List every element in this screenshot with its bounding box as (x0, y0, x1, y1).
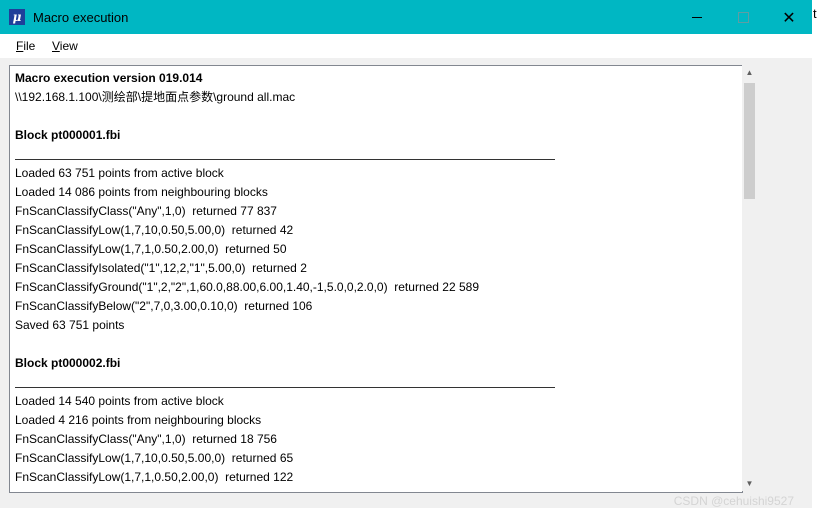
log-line: FnScanClassifyIsolated("1",12,2,"1",5.00… (15, 261, 307, 275)
log-line: FnScanClassifyClass("Any",1,0) returned … (15, 432, 277, 446)
log-lines: Macro execution version 019.014 \\192.16… (15, 69, 735, 487)
maximize-button[interactable] (720, 0, 766, 34)
block-title: Block pt000002.fbi (15, 356, 121, 370)
log-line: FnScanClassifyLow(1,7,10,0.50,5.00,0) re… (15, 451, 294, 465)
menu-bar: File View (0, 34, 812, 59)
menu-view[interactable]: View (52, 39, 78, 53)
close-icon: ✕ (782, 7, 796, 27)
minimize-button[interactable] (674, 0, 720, 34)
block-title: Block pt000001.fbi (15, 128, 121, 142)
log-output-pane[interactable]: Macro execution version 019.014 \\192.16… (9, 65, 743, 493)
log-line: FnScanClassifyBelow("2",7,0,3.00,0.10,0)… (15, 299, 313, 313)
log-line: Loaded 4 216 points from neighbouring bl… (15, 413, 262, 427)
log-line: FnScanClassifyClass("Any",1,0) returned … (15, 204, 277, 218)
watermark: CSDN @cehuishi9527 (673, 494, 794, 508)
log-line: FnScanClassifyLow(1,7,1,0.50,2.00,0) ret… (15, 470, 294, 484)
log-line: Saved 63 751 points (15, 318, 125, 332)
app-icon: μ (9, 9, 25, 25)
block-separator (15, 373, 735, 392)
log-line: FnScanClassifyGround("1",2,"2",1,60.0,88… (15, 280, 479, 294)
client-area: Macro execution version 019.014 \\192.16… (0, 58, 812, 508)
log-macro-path: \\192.168.1.100\测绘部\提地面点参数\ground all.ma… (15, 90, 296, 104)
log-line: Loaded 63 751 points from active block (15, 166, 224, 180)
log-line: FnScanClassifyLow(1,7,10,0.50,5.00,0) re… (15, 223, 294, 237)
vertical-scrollbar[interactable]: ▲ ▼ (742, 65, 757, 491)
log-line: Loaded 14 540 points from active block (15, 394, 224, 408)
title-bar[interactable]: μ Macro execution ✕ (0, 0, 812, 34)
log-line: FnScanClassifyLow(1,7,1,0.50,2.00,0) ret… (15, 242, 287, 256)
scroll-down-arrow-icon[interactable]: ▼ (742, 476, 757, 491)
log-header: Macro execution version 019.014 (15, 71, 203, 85)
scroll-thumb[interactable] (744, 83, 755, 199)
maximize-icon (737, 11, 749, 23)
minimize-icon (692, 16, 702, 18)
window-title: Macro execution (33, 10, 129, 25)
scroll-up-arrow-icon[interactable]: ▲ (742, 65, 757, 80)
background-window-text: t (813, 6, 817, 21)
menu-file[interactable]: File (16, 39, 35, 53)
block-separator (15, 145, 735, 164)
close-button[interactable]: ✕ (766, 0, 812, 34)
log-line: Loaded 14 086 points from neighbouring b… (15, 185, 268, 199)
